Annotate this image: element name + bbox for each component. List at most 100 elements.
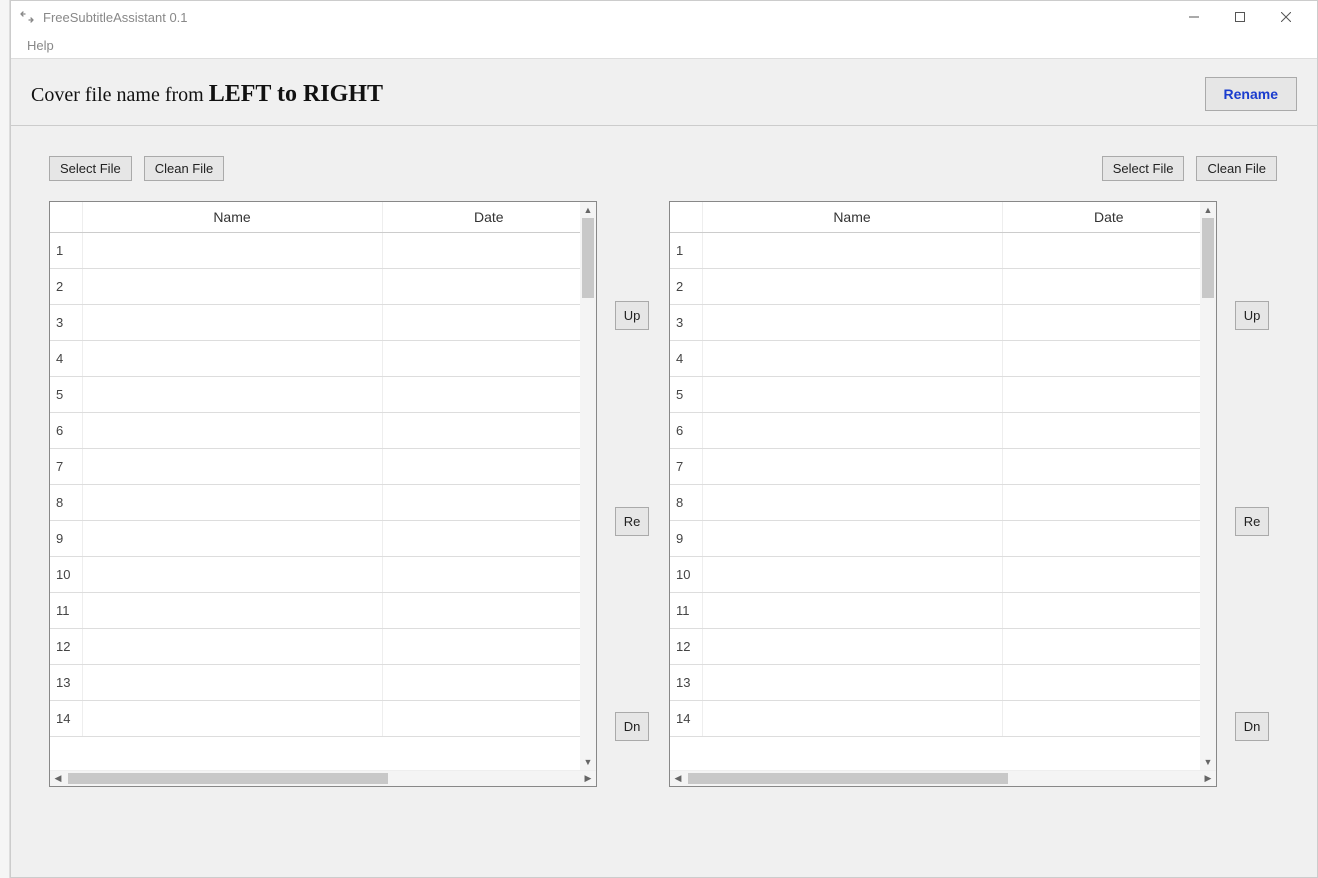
cell-name[interactable] bbox=[702, 484, 1002, 520]
table-row[interactable]: 11 bbox=[670, 592, 1216, 628]
cell-name[interactable] bbox=[702, 232, 1002, 268]
cell-name[interactable] bbox=[702, 304, 1002, 340]
scroll-thumb[interactable] bbox=[1202, 218, 1214, 298]
table-row[interactable]: 9 bbox=[50, 520, 596, 556]
scroll-left-icon[interactable]: ◀ bbox=[670, 771, 686, 786]
table-row[interactable]: 8 bbox=[50, 484, 596, 520]
cell-date[interactable] bbox=[1002, 232, 1216, 268]
table-row[interactable]: 5 bbox=[670, 376, 1216, 412]
scroll-right-icon[interactable]: ▶ bbox=[1200, 771, 1216, 786]
table-row[interactable]: 12 bbox=[50, 628, 596, 664]
cell-name[interactable] bbox=[702, 700, 1002, 736]
table-row[interactable]: 13 bbox=[670, 664, 1216, 700]
left-vertical-scrollbar[interactable]: ▲ ▼ bbox=[580, 202, 596, 770]
left-up-button[interactable]: Up bbox=[615, 301, 649, 330]
scroll-up-icon[interactable]: ▲ bbox=[580, 202, 596, 218]
cell-name[interactable] bbox=[702, 556, 1002, 592]
cell-name[interactable] bbox=[702, 376, 1002, 412]
cell-date[interactable] bbox=[1002, 556, 1216, 592]
table-row[interactable]: 9 bbox=[670, 520, 1216, 556]
cell-date[interactable] bbox=[382, 700, 596, 736]
right-re-button[interactable]: Re bbox=[1235, 507, 1269, 536]
cell-date[interactable] bbox=[382, 628, 596, 664]
cell-date[interactable] bbox=[382, 556, 596, 592]
scroll-down-icon[interactable]: ▼ bbox=[1200, 754, 1216, 770]
left-col-name[interactable]: Name bbox=[82, 202, 382, 232]
cell-name[interactable] bbox=[702, 664, 1002, 700]
table-row[interactable]: 4 bbox=[670, 340, 1216, 376]
cell-date[interactable] bbox=[382, 412, 596, 448]
cell-name[interactable] bbox=[702, 448, 1002, 484]
minimize-button[interactable] bbox=[1171, 1, 1217, 33]
cell-date[interactable] bbox=[382, 304, 596, 340]
cell-name[interactable] bbox=[82, 484, 382, 520]
right-col-date[interactable]: Date bbox=[1002, 202, 1216, 232]
left-dn-button[interactable]: Dn bbox=[615, 712, 649, 741]
cell-name[interactable] bbox=[82, 340, 382, 376]
cell-date[interactable] bbox=[382, 484, 596, 520]
cell-name[interactable] bbox=[82, 448, 382, 484]
table-row[interactable]: 13 bbox=[50, 664, 596, 700]
right-vertical-scrollbar[interactable]: ▲ ▼ bbox=[1200, 202, 1216, 770]
rename-button[interactable]: Rename bbox=[1205, 77, 1297, 111]
maximize-button[interactable] bbox=[1217, 1, 1263, 33]
right-col-name[interactable]: Name bbox=[702, 202, 1002, 232]
cell-date[interactable] bbox=[382, 268, 596, 304]
cell-date[interactable] bbox=[382, 448, 596, 484]
cell-name[interactable] bbox=[82, 304, 382, 340]
scroll-thumb[interactable] bbox=[688, 773, 1008, 784]
scroll-left-icon[interactable]: ◀ bbox=[50, 771, 66, 786]
scroll-thumb[interactable] bbox=[582, 218, 594, 298]
cell-name[interactable] bbox=[702, 340, 1002, 376]
cell-name[interactable] bbox=[82, 412, 382, 448]
cell-date[interactable] bbox=[1002, 376, 1216, 412]
right-up-button[interactable]: Up bbox=[1235, 301, 1269, 330]
table-row[interactable]: 3 bbox=[670, 304, 1216, 340]
cell-date[interactable] bbox=[1002, 268, 1216, 304]
table-row[interactable]: 14 bbox=[670, 700, 1216, 736]
cell-name[interactable] bbox=[82, 556, 382, 592]
cell-name[interactable] bbox=[82, 628, 382, 664]
cell-date[interactable] bbox=[1002, 664, 1216, 700]
table-row[interactable]: 3 bbox=[50, 304, 596, 340]
right-dn-button[interactable]: Dn bbox=[1235, 712, 1269, 741]
right-horizontal-scrollbar[interactable]: ◀ ▶ bbox=[670, 770, 1216, 786]
cell-date[interactable] bbox=[382, 340, 596, 376]
cell-date[interactable] bbox=[1002, 592, 1216, 628]
cell-date[interactable] bbox=[1002, 448, 1216, 484]
cell-name[interactable] bbox=[82, 376, 382, 412]
menu-help[interactable]: Help bbox=[21, 36, 60, 55]
scroll-up-icon[interactable]: ▲ bbox=[1200, 202, 1216, 218]
cell-name[interactable] bbox=[82, 268, 382, 304]
cell-name[interactable] bbox=[82, 664, 382, 700]
cell-name[interactable] bbox=[702, 628, 1002, 664]
table-row[interactable]: 6 bbox=[50, 412, 596, 448]
cell-date[interactable] bbox=[382, 592, 596, 628]
table-row[interactable]: 1 bbox=[50, 232, 596, 268]
table-row[interactable]: 5 bbox=[50, 376, 596, 412]
close-button[interactable] bbox=[1263, 1, 1309, 33]
table-row[interactable]: 8 bbox=[670, 484, 1216, 520]
cell-name[interactable] bbox=[702, 268, 1002, 304]
table-row[interactable]: 10 bbox=[670, 556, 1216, 592]
cell-date[interactable] bbox=[1002, 700, 1216, 736]
table-row[interactable]: 6 bbox=[670, 412, 1216, 448]
left-re-button[interactable]: Re bbox=[615, 507, 649, 536]
cell-date[interactable] bbox=[1002, 520, 1216, 556]
table-row[interactable]: 12 bbox=[670, 628, 1216, 664]
table-row[interactable]: 7 bbox=[670, 448, 1216, 484]
table-row[interactable]: 4 bbox=[50, 340, 596, 376]
cell-name[interactable] bbox=[702, 592, 1002, 628]
left-select-file-button[interactable]: Select File bbox=[49, 156, 132, 181]
cell-date[interactable] bbox=[1002, 412, 1216, 448]
right-clean-file-button[interactable]: Clean File bbox=[1196, 156, 1277, 181]
scroll-thumb[interactable] bbox=[68, 773, 388, 784]
cell-date[interactable] bbox=[382, 664, 596, 700]
cell-name[interactable] bbox=[82, 700, 382, 736]
cell-date[interactable] bbox=[1002, 628, 1216, 664]
left-clean-file-button[interactable]: Clean File bbox=[144, 156, 225, 181]
cell-date[interactable] bbox=[1002, 304, 1216, 340]
cell-date[interactable] bbox=[382, 520, 596, 556]
cell-name[interactable] bbox=[702, 412, 1002, 448]
table-row[interactable]: 2 bbox=[670, 268, 1216, 304]
